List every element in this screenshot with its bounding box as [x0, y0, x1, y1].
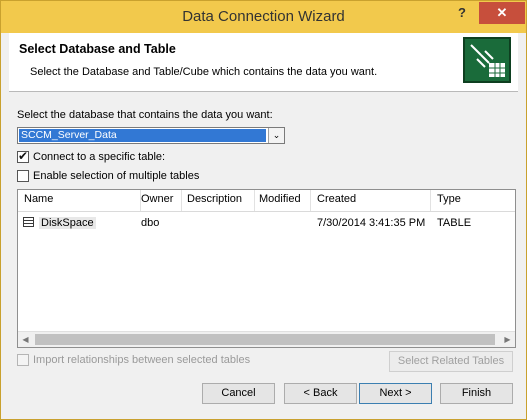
back-button[interactable]: < Back: [284, 383, 357, 404]
scroll-right-icon[interactable]: ▶: [500, 332, 515, 347]
database-select[interactable]: SCCM_Server_Data ⌄: [17, 127, 285, 144]
connect-specific-table-checkbox[interactable]: [17, 149, 29, 163]
column-header-modified[interactable]: Modified: [259, 193, 301, 205]
column-header-description[interactable]: Description: [187, 193, 242, 205]
row-owner: dbo: [141, 217, 160, 229]
help-button[interactable]: ?: [449, 3, 475, 25]
select-related-tables-button[interactable]: Select Related Tables: [389, 351, 513, 372]
database-label: Select the database that contains the da…: [17, 109, 273, 121]
database-plug-icon: [463, 37, 511, 83]
next-button[interactable]: Next >: [359, 383, 432, 404]
import-relationships-checkbox[interactable]: [17, 354, 29, 366]
scrollbar-thumb[interactable]: [35, 334, 495, 345]
title-bar: Data Connection Wizard ? ✕: [1, 1, 526, 33]
column-header-name[interactable]: Name: [24, 193, 53, 205]
tables-list: Name Owner Description Modified Created …: [17, 189, 516, 348]
step-title: Select Database and Table: [19, 42, 176, 56]
close-button[interactable]: ✕: [479, 2, 525, 24]
window-title: Data Connection Wizard: [182, 8, 345, 25]
table-icon: [23, 217, 34, 227]
column-header-type[interactable]: Type: [437, 193, 461, 205]
cancel-button[interactable]: Cancel: [202, 383, 275, 404]
column-divider[interactable]: [430, 190, 431, 211]
column-divider[interactable]: [181, 190, 182, 211]
row-name[interactable]: DiskSpace: [39, 217, 96, 229]
database-selected-value: SCCM_Server_Data: [19, 129, 266, 142]
column-divider[interactable]: [310, 190, 311, 211]
step-subtitle: Select the Database and Table/Cube which…: [30, 66, 378, 78]
wizard-header: Select Database and Table Select the Dat…: [9, 33, 518, 92]
row-created: 7/30/2014 3:41:35 PM: [317, 217, 426, 229]
scroll-left-icon[interactable]: ◀: [18, 332, 33, 347]
column-header-owner[interactable]: Owner: [141, 193, 173, 205]
finish-button[interactable]: Finish: [440, 383, 513, 404]
row-type: TABLE: [437, 217, 472, 229]
column-divider[interactable]: [254, 190, 255, 211]
header-divider: [18, 211, 515, 212]
wizard-body: Select the database that contains the da…: [9, 92, 518, 413]
connect-specific-table-label: Connect to a specific table:: [33, 151, 166, 163]
data-connection-wizard-window: Data Connection Wizard ? ✕ Select Databa…: [0, 0, 527, 420]
chevron-down-icon[interactable]: ⌄: [268, 128, 284, 143]
import-relationships-label: Import relationships between selected ta…: [33, 354, 251, 366]
column-header-created[interactable]: Created: [317, 193, 356, 205]
enable-multiple-tables-label: Enable selection of multiple tables: [33, 170, 200, 182]
enable-multiple-tables-checkbox[interactable]: [17, 170, 29, 182]
horizontal-scrollbar[interactable]: ◀ ▶: [18, 331, 515, 347]
